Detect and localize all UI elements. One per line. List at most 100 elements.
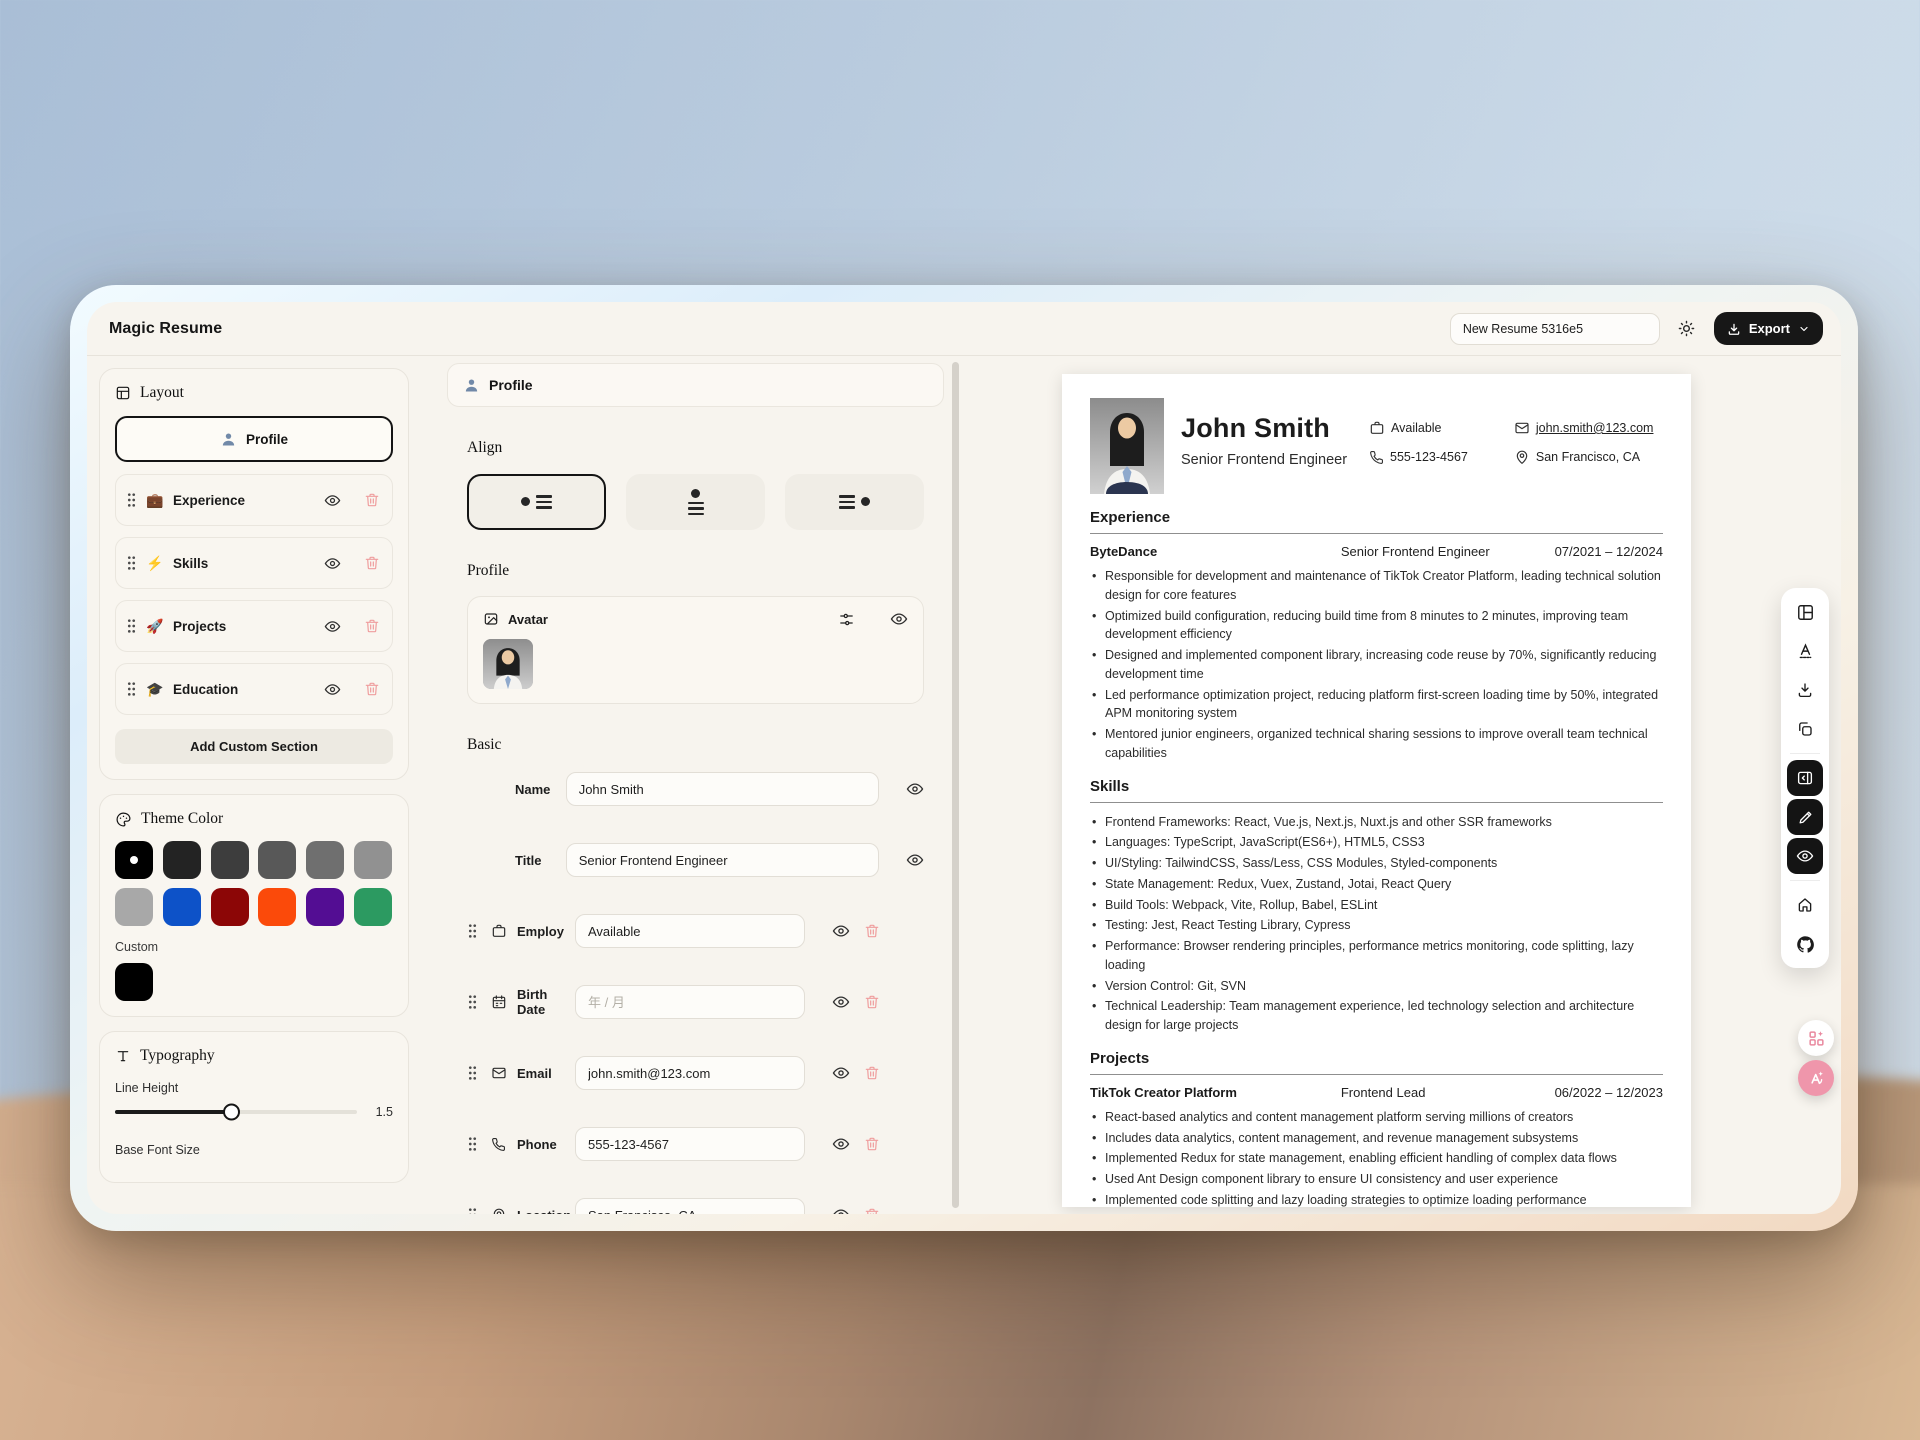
align-center-button[interactable] xyxy=(626,474,765,530)
sidebar-item-projects[interactable]: 🚀 Projects xyxy=(115,600,393,652)
editor-scrollbar[interactable] xyxy=(952,362,959,1208)
resume-contact-info: Available555-123-4567john.smith@123.comS… xyxy=(1369,420,1653,494)
theme-color-swatch[interactable] xyxy=(354,888,392,926)
align-left-button[interactable] xyxy=(467,474,606,530)
custom-color-swatch[interactable] xyxy=(115,963,153,1001)
theme-color-swatch[interactable] xyxy=(211,841,249,879)
theme-toggle-button[interactable] xyxy=(1670,312,1704,346)
slider-knob[interactable] xyxy=(223,1104,240,1121)
sidebar-item-profile[interactable]: Profile xyxy=(115,416,393,462)
section-emoji-icon: 🚀 xyxy=(146,618,164,635)
visibility-toggle-icon[interactable] xyxy=(832,1064,850,1082)
home-button[interactable] xyxy=(1787,887,1823,923)
font-a-icon xyxy=(1796,642,1815,661)
field-input[interactable] xyxy=(575,985,805,1019)
resume-entry-header: ByteDanceSenior Frontend Engineer07/2021… xyxy=(1090,544,1663,559)
avatar-thumbnail[interactable] xyxy=(483,639,533,689)
align-left-icon xyxy=(521,495,552,508)
visibility-toggle-icon[interactable] xyxy=(832,922,850,940)
eye-icon[interactable] xyxy=(890,610,908,628)
layout-panel-button[interactable] xyxy=(1787,594,1823,630)
resume-preview-page: John Smith Senior Frontend Engineer Avai… xyxy=(1062,374,1691,1207)
delete-icon[interactable] xyxy=(864,1065,880,1081)
line-height-label: Line Height xyxy=(115,1081,393,1095)
delete-icon[interactable] xyxy=(864,994,880,1010)
window-frame: Magic Resume Export xyxy=(70,285,1858,1231)
resume-section-heading: Experience xyxy=(1090,509,1663,526)
drag-handle-icon[interactable] xyxy=(126,492,137,508)
visibility-toggle-icon[interactable] xyxy=(832,1206,850,1214)
ai-translate-fab[interactable] xyxy=(1798,1060,1834,1096)
theme-color-swatch[interactable] xyxy=(211,888,249,926)
collapse-panel-button[interactable] xyxy=(1787,760,1823,796)
resume-bullet: Implemented Redux for state management, … xyxy=(1090,1149,1663,1168)
theme-color-swatch[interactable] xyxy=(258,841,296,879)
edit-button[interactable] xyxy=(1787,799,1823,835)
delete-icon[interactable] xyxy=(864,923,880,939)
drag-handle-icon[interactable] xyxy=(467,1065,478,1081)
resume-bullet-list: React-based analytics and content manage… xyxy=(1090,1108,1663,1210)
sliders-icon[interactable] xyxy=(838,611,855,628)
field-input[interactable] xyxy=(575,1056,805,1090)
add-custom-section-button[interactable]: Add Custom Section xyxy=(115,729,393,764)
resume-bullet: UI/Styling: TailwindCSS, Sass/Less, CSS … xyxy=(1090,854,1663,873)
drag-handle-icon[interactable] xyxy=(126,618,137,634)
visibility-toggle-icon[interactable] xyxy=(324,618,341,635)
visibility-toggle-icon[interactable] xyxy=(324,681,341,698)
field-input[interactable] xyxy=(575,1127,805,1161)
theme-color-swatch[interactable] xyxy=(306,888,344,926)
theme-color-swatch[interactable] xyxy=(163,888,201,926)
field-input[interactable] xyxy=(575,914,805,948)
palette-icon xyxy=(115,811,132,828)
app-title: Magic Resume xyxy=(109,320,222,338)
delete-icon[interactable] xyxy=(364,492,380,508)
sidebar-item-education[interactable]: 🎓 Education xyxy=(115,663,393,715)
align-right-button[interactable] xyxy=(785,474,924,530)
visibility-toggle-icon[interactable] xyxy=(906,851,924,869)
delete-icon[interactable] xyxy=(364,681,380,697)
grid-sparkle-fab[interactable] xyxy=(1798,1020,1834,1056)
field-row-title: Title xyxy=(467,843,924,877)
pencil-icon xyxy=(1797,809,1814,826)
visibility-toggle-icon[interactable] xyxy=(324,555,341,572)
apps-sparkle-icon xyxy=(1807,1029,1826,1048)
copy-button[interactable] xyxy=(1787,711,1823,747)
field-input[interactable] xyxy=(575,1198,805,1214)
delete-icon[interactable] xyxy=(864,1207,880,1214)
resume-bullet: Implemented code splitting and lazy load… xyxy=(1090,1191,1663,1210)
font-button[interactable] xyxy=(1787,633,1823,669)
export-button[interactable]: Export xyxy=(1714,312,1823,345)
align-center-icon xyxy=(688,489,704,515)
visibility-toggle-icon[interactable] xyxy=(906,780,924,798)
preview-button[interactable] xyxy=(1787,838,1823,874)
delete-icon[interactable] xyxy=(864,1136,880,1152)
visibility-toggle-icon[interactable] xyxy=(832,1135,850,1153)
github-button[interactable] xyxy=(1787,926,1823,962)
drag-handle-icon[interactable] xyxy=(467,923,478,939)
delete-icon[interactable] xyxy=(364,555,380,571)
field-input[interactable] xyxy=(566,772,879,806)
theme-color-swatch[interactable] xyxy=(163,841,201,879)
field-input[interactable] xyxy=(566,843,879,877)
theme-color-swatch[interactable] xyxy=(306,841,344,879)
download-button[interactable] xyxy=(1787,672,1823,708)
sidebar-item-experience[interactable]: 💼 Experience xyxy=(115,474,393,526)
drag-handle-icon[interactable] xyxy=(126,555,137,571)
theme-color-swatch[interactable] xyxy=(354,841,392,879)
resume-name-input[interactable] xyxy=(1450,313,1660,345)
theme-color-swatch[interactable] xyxy=(258,888,296,926)
sidebar-item-skills[interactable]: ⚡ Skills xyxy=(115,537,393,589)
line-height-slider[interactable] xyxy=(115,1110,357,1114)
theme-color-swatch[interactable] xyxy=(115,888,153,926)
theme-color-swatch[interactable] xyxy=(115,841,153,879)
visibility-toggle-icon[interactable] xyxy=(832,993,850,1011)
panel-collapse-icon xyxy=(1796,769,1814,787)
app-window: Magic Resume Export xyxy=(87,302,1841,1214)
resume-bullet: Includes data analytics, content managem… xyxy=(1090,1129,1663,1148)
drag-handle-icon[interactable] xyxy=(126,681,137,697)
drag-handle-icon[interactable] xyxy=(467,1136,478,1152)
drag-handle-icon[interactable] xyxy=(467,1207,478,1214)
visibility-toggle-icon[interactable] xyxy=(324,492,341,509)
drag-handle-icon[interactable] xyxy=(467,994,478,1010)
delete-icon[interactable] xyxy=(364,618,380,634)
